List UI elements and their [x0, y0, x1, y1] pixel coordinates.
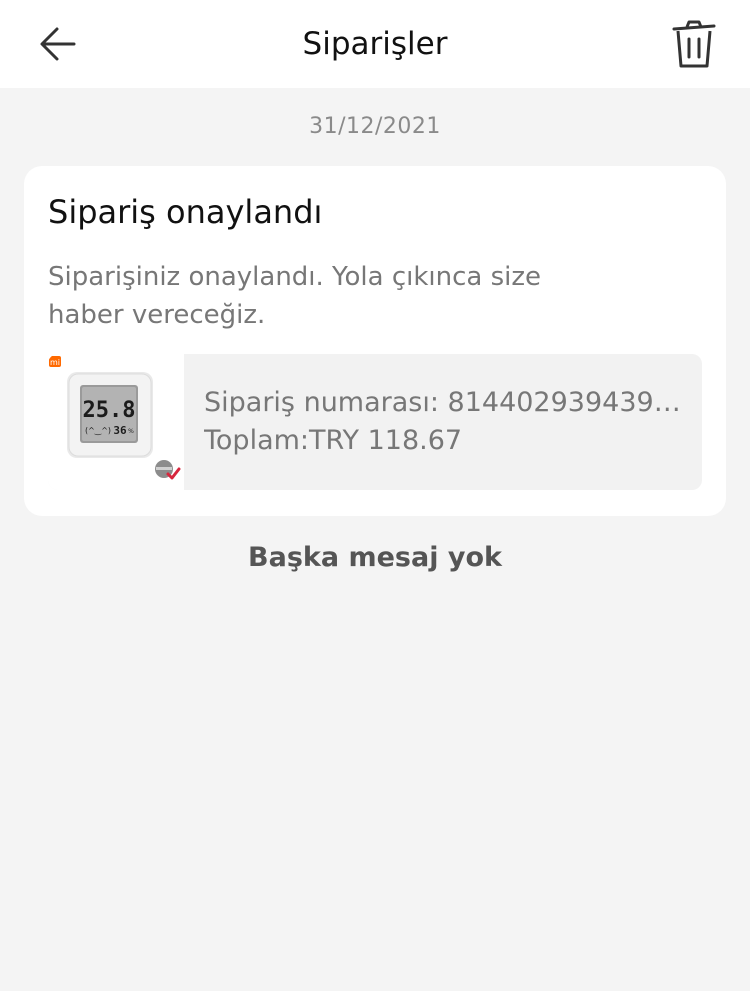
svg-text:mi: mi [50, 358, 60, 367]
delete-button[interactable] [666, 18, 722, 72]
check-badge-icon [155, 460, 181, 480]
svg-text:c: c [130, 409, 134, 417]
mi-logo-icon: mi [49, 356, 61, 367]
order-summary[interactable]: mi 25.8 c (^‿^) 36 % Sipariş numarası: 8… [48, 354, 702, 490]
notification-message: Siparişiniz onaylandı. Yola çıkınca size… [48, 262, 541, 330]
svg-text:36: 36 [113, 424, 127, 437]
notification-title: Sipariş onaylandı [48, 193, 323, 231]
order-number: Sipariş numarası: 8144029394394... [204, 387, 692, 418]
trash-icon [672, 20, 716, 68]
date-separator: 31/12/2021 [309, 114, 441, 139]
svg-text:(^‿^): (^‿^) [85, 426, 111, 435]
svg-text:%: % [128, 428, 134, 435]
order-total: Toplam:TRY 118.67 [204, 425, 463, 456]
notification-card[interactable]: Sipariş onaylandı Siparişiniz onaylandı.… [24, 166, 726, 516]
top-bar: Siparişler [0, 0, 750, 88]
no-more-messages: Başka mesaj yok [248, 542, 502, 573]
page-title: Siparişler [302, 26, 448, 62]
svg-text:25.8: 25.8 [83, 398, 136, 423]
product-thumbnail: mi 25.8 c (^‿^) 36 % [48, 354, 184, 490]
order-info: Sipariş numarası: 8144029394394... Topla… [204, 384, 692, 460]
